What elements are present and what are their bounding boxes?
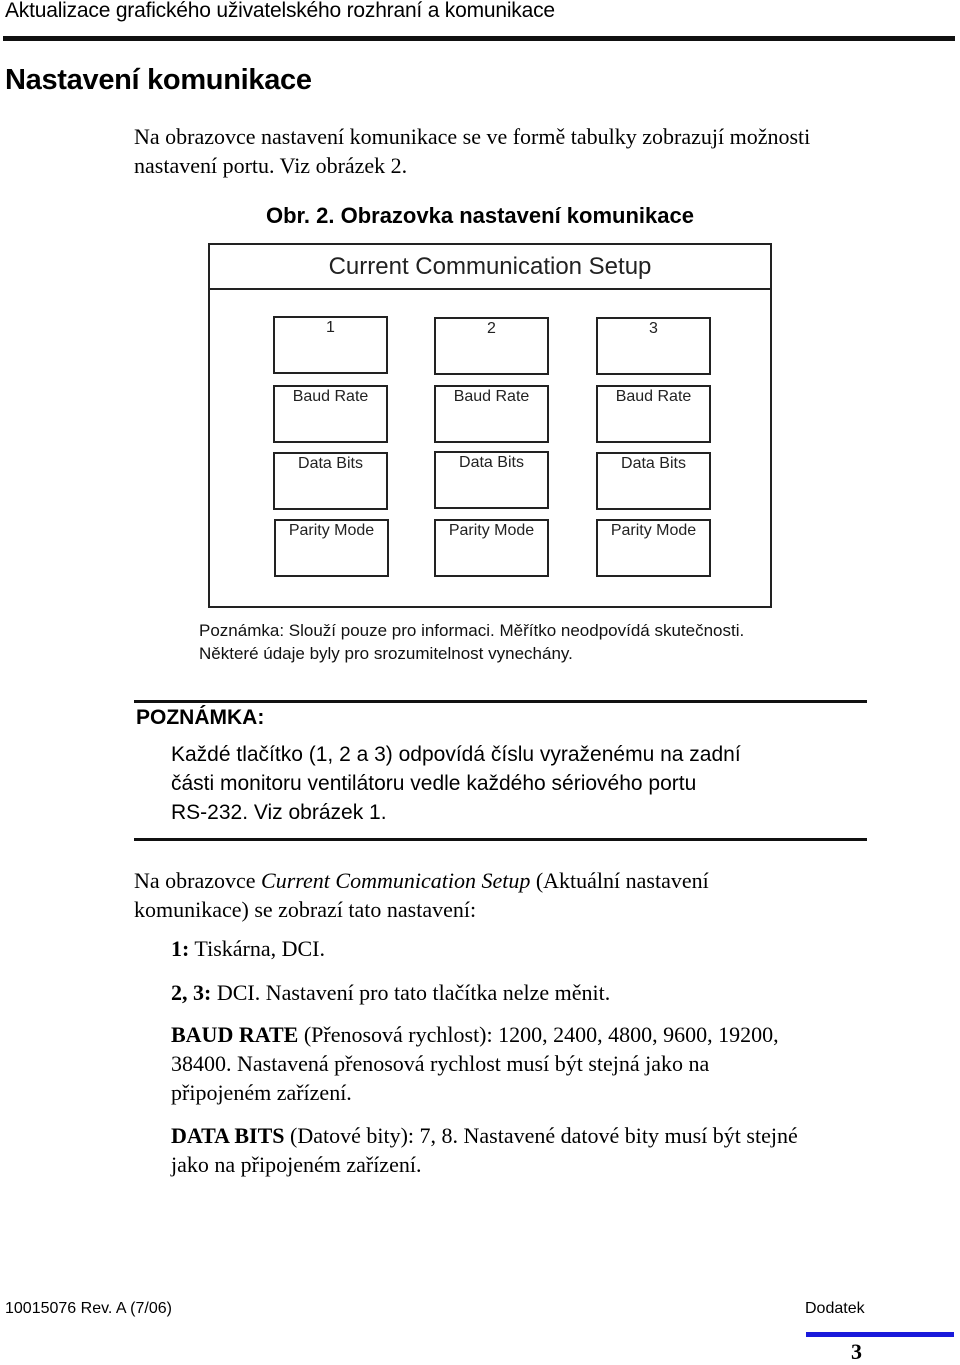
parity-mode-field-2[interactable]: Parity Mode — [434, 519, 549, 577]
data-bits-field-1[interactable]: Data Bits — [273, 452, 388, 510]
parity-mode-field-1[interactable]: Parity Mode — [274, 519, 389, 577]
page-number: 3 — [851, 1339, 862, 1364]
note-rule-top — [134, 700, 867, 703]
running-header: Aktualizace grafického uživatelského roz… — [5, 0, 555, 22]
item-text: DCI. Nastavení pro tato tlačítka nelze m… — [211, 980, 611, 1005]
baud-rate-field-2[interactable]: Baud Rate — [434, 385, 549, 443]
port-button-1[interactable]: 1 — [273, 316, 388, 374]
item-text: (Datové bity): 7, 8. Nastavené datové bi… — [284, 1123, 798, 1148]
data-bits-field-2[interactable]: Data Bits — [434, 451, 549, 509]
figure-footnote-line: Poznámka: Slouží pouze pro informaci. Mě… — [199, 621, 745, 640]
setting-item-data-bits: DATA BITS (Datové bity): 7, 8. Nastavené… — [171, 1121, 798, 1179]
note-heading: POZNÁMKA: — [136, 706, 265, 729]
item-label: BAUD RATE — [171, 1022, 299, 1047]
intro-line: Na obrazovce nastavení komunikace se ve … — [134, 124, 811, 149]
para-text: (Aktuální nastavení — [530, 868, 709, 893]
setting-item-port-1: 1: Tiskárna, DCI. — [171, 934, 325, 963]
item-label: DATA BITS — [171, 1123, 285, 1148]
para-text: Na obrazovce — [134, 868, 262, 893]
data-bits-field-3[interactable]: Data Bits — [596, 452, 711, 510]
note-body: Každé tlačítko (1, 2 a 3) odpovídá číslu… — [171, 740, 741, 827]
footer-accent-rule — [806, 1332, 954, 1337]
parity-mode-field-3[interactable]: Parity Mode — [596, 519, 711, 577]
figure-screen-frame: Current Communication Setup 1 Baud Rate … — [208, 243, 772, 608]
note-line: RS-232. Viz obrázek 1. — [171, 801, 387, 824]
screen-name-italic: Current Communication Setup — [261, 868, 531, 893]
note-line: části monitoru ventilátoru vedle každého… — [171, 772, 697, 795]
figure-caption: Obr. 2. Obrazovka nastavení komunikace — [266, 203, 694, 228]
baud-rate-field-3[interactable]: Baud Rate — [596, 385, 711, 443]
item-text: 38400. Nastavená přenosová rychlost musí… — [171, 1051, 710, 1076]
item-text: Tiskárna, DCI. — [189, 936, 326, 961]
figure-footnote-line: Některé údaje byly pro srozumitelnost vy… — [199, 644, 573, 663]
header-rule — [3, 36, 955, 41]
setting-item-baud-rate: BAUD RATE (Přenosová rychlost): 1200, 24… — [171, 1020, 779, 1107]
document-id: 10015076 Rev. A (7/06) — [5, 1300, 172, 1317]
item-text: připojeném zařízení. — [171, 1080, 352, 1105]
item-label: 2, 3: — [171, 980, 212, 1005]
intro-line: nastavení portu. Viz obrázek 2. — [134, 153, 408, 178]
footer-section: Dodatek — [805, 1300, 865, 1317]
screen-title: Current Communication Setup — [210, 245, 770, 290]
note-rule-bottom — [134, 838, 867, 841]
item-label: 1: — [171, 936, 190, 961]
para-line: komunikace) se zobrazí tato nastavení: — [134, 897, 477, 922]
note-line: Každé tlačítko (1, 2 a 3) odpovídá číslu… — [171, 743, 741, 766]
figure-footnote: Poznámka: Slouží pouze pro informaci. Mě… — [199, 619, 744, 665]
port-button-3[interactable]: 3 — [596, 317, 711, 375]
intro-paragraph: Na obrazovce nastavení komunikace se ve … — [134, 122, 810, 180]
section-title: Nastavení komunikace — [5, 64, 312, 96]
para-line: Na obrazovce Current Communication Setup… — [134, 866, 709, 895]
item-text: (Přenosová rychlost): 1200, 2400, 4800, … — [298, 1022, 779, 1047]
port-button-2[interactable]: 2 — [434, 317, 549, 375]
setting-item-port-2-3: 2, 3: DCI. Nastavení pro tato tlačítka n… — [171, 978, 610, 1007]
item-text: jako na připojeném zařízení. — [171, 1152, 422, 1177]
baud-rate-field-1[interactable]: Baud Rate — [273, 385, 388, 443]
setup-description-paragraph: Na obrazovce Current Communication Setup… — [134, 866, 709, 924]
